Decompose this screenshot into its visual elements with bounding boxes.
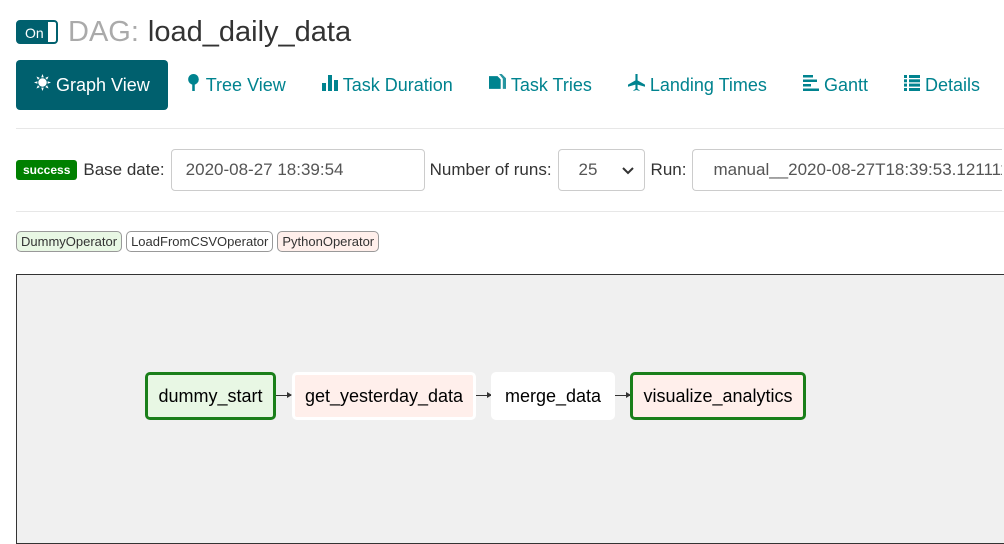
- divider: [16, 211, 1004, 212]
- dag-graph-canvas[interactable]: dummy_start get_yesterday_data merge_dat…: [16, 274, 1004, 544]
- task-node-dummy-start[interactable]: dummy_start: [145, 372, 276, 420]
- tab-gantt[interactable]: Gantt: [785, 60, 886, 110]
- tab-landing-times[interactable]: Landing Times: [610, 60, 785, 110]
- tab-details[interactable]: Details: [886, 60, 998, 110]
- num-runs-select[interactable]: 25: [557, 149, 645, 191]
- list-icon: [903, 74, 920, 96]
- base-date-label: Base date:: [83, 160, 165, 179]
- num-runs-label: Number of runs:: [429, 160, 552, 179]
- task-node-visualize-analytics[interactable]: visualize_analytics: [630, 372, 806, 420]
- tab-label: Task Duration: [342, 74, 453, 95]
- tab-label: Landing Times: [649, 74, 767, 95]
- task-node-merge-data[interactable]: merge_data: [491, 372, 615, 420]
- tab-label: Details: [924, 74, 980, 95]
- tab-label: Graph View: [56, 74, 150, 95]
- dag-prefix: DAG:: [68, 15, 139, 48]
- edge-arrow: [276, 392, 292, 398]
- tab-label: Task Tries: [510, 74, 592, 95]
- legend-python-operator: PythonOperator: [277, 231, 380, 252]
- divider: [16, 128, 1004, 129]
- chevron-down-icon: [621, 160, 634, 180]
- run-controls: success Base date: 2020-08-27 18:39:54 N…: [16, 149, 1003, 191]
- legend-load-from-csv-operator: LoadFromCSVOperator: [126, 231, 274, 252]
- run-value: manual__2020-08-27T18:39:53.121111+00:00: [713, 160, 1002, 179]
- legend-dummy-operator: DummyOperator: [16, 231, 123, 252]
- num-runs-value: 25: [578, 160, 598, 179]
- toggle-knob: [48, 22, 56, 42]
- base-date-input[interactable]: 2020-08-27 18:39:54: [170, 149, 425, 191]
- sun-icon: [34, 74, 51, 96]
- toggle-label: On: [25, 25, 44, 41]
- view-nav: Graph View Tree View Task Duration Task …: [16, 60, 998, 110]
- operator-legend: DummyOperator LoadFromCSVOperator Python…: [16, 231, 380, 252]
- tab-tree-view[interactable]: Tree View: [168, 60, 304, 110]
- align-left-icon: [802, 74, 819, 96]
- plane-icon: [627, 74, 645, 96]
- task-node-get-yesterday-data[interactable]: get_yesterday_data: [292, 372, 476, 420]
- tab-graph-view[interactable]: Graph View: [16, 60, 168, 110]
- tab-label: Tree View: [205, 74, 286, 95]
- tab-task-duration[interactable]: Task Duration: [304, 60, 471, 110]
- status-badge: success: [16, 160, 78, 180]
- tab-label: Gantt: [823, 74, 868, 95]
- edge-arrow: [615, 392, 631, 398]
- base-date-value: 2020-08-27 18:39:54: [185, 160, 344, 179]
- dag-on-toggle[interactable]: On: [16, 20, 58, 44]
- bar-chart-icon: [321, 74, 338, 96]
- run-label: Run:: [650, 160, 687, 179]
- edge-arrow: [476, 392, 492, 398]
- tree-icon: [186, 74, 201, 96]
- run-select[interactable]: manual__2020-08-27T18:39:53.121111+00:00: [692, 149, 1003, 191]
- dag-header: On DAG: load_daily_data: [16, 12, 351, 52]
- dag-title: load_daily_data: [147, 15, 352, 48]
- tab-task-tries[interactable]: Task Tries: [471, 60, 610, 110]
- duplicate-icon: [488, 74, 506, 96]
